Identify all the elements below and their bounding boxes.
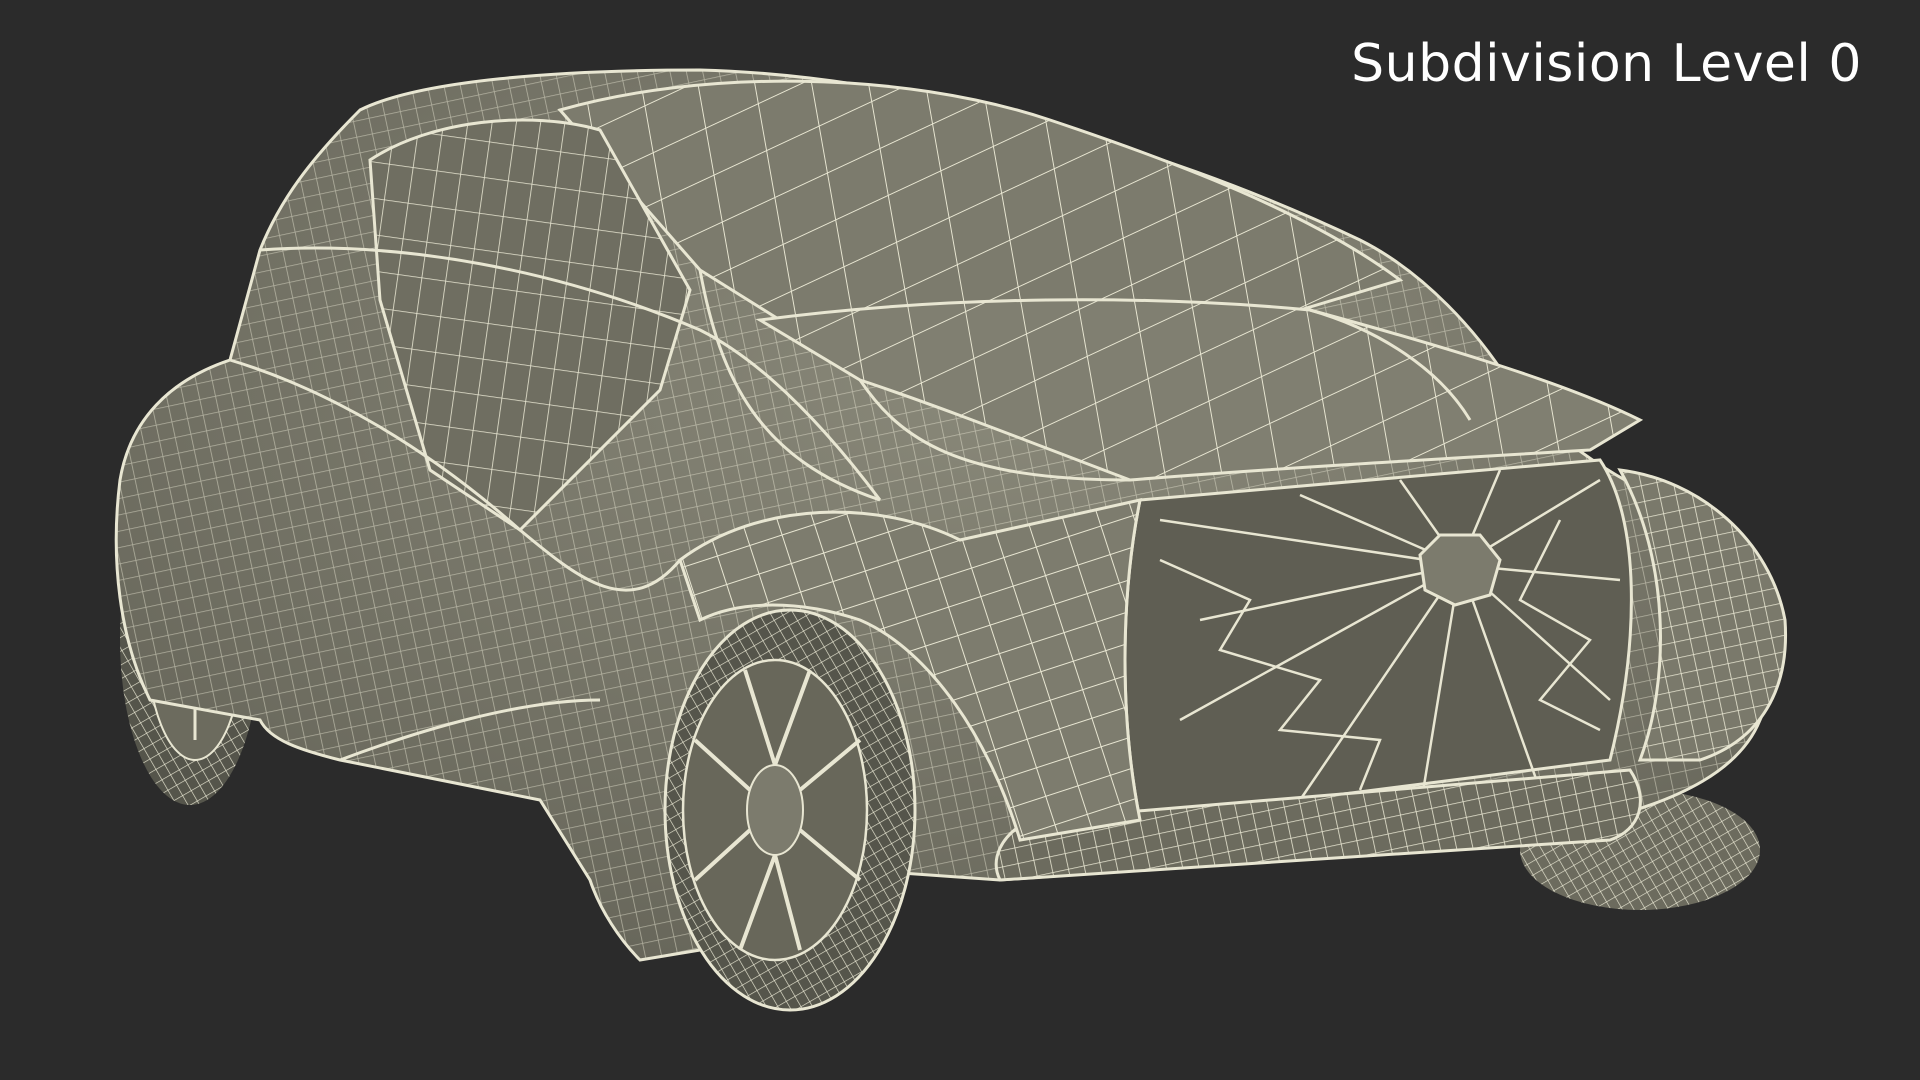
render-viewport: Subdivision Level 0 <box>0 0 1920 1080</box>
front-grille <box>1123 458 1633 822</box>
subdivision-level-label: Subdivision Level 0 <box>1351 34 1862 94</box>
wireframe-car-render <box>114 68 1788 1012</box>
front-left-wheel <box>663 608 917 1012</box>
wheel-hub-icon <box>746 764 804 856</box>
emblem-icon <box>1418 533 1502 607</box>
